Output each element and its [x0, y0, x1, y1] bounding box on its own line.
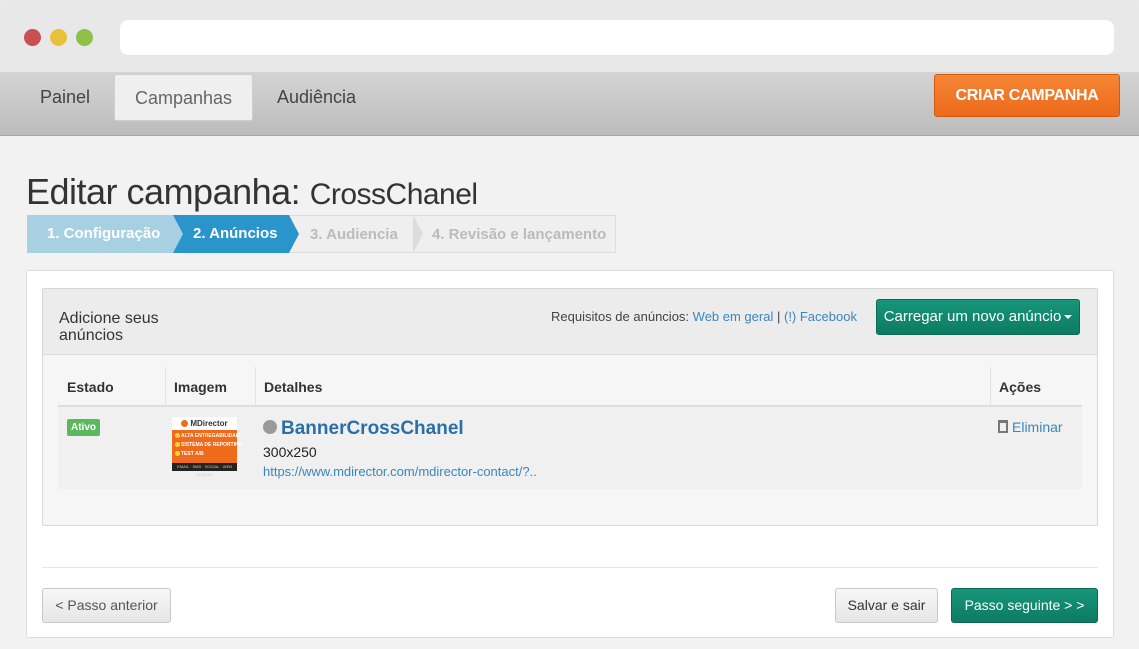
check-icon — [175, 451, 180, 457]
upload-ad-button[interactable]: Carregar um novo anúncio — [876, 299, 1080, 335]
table-row: Ativo MDirector ALTA ENTREGABILIDAD SIST… — [58, 407, 1082, 489]
main-content: Editar campanha: CrossChanel 1. Configur… — [0, 137, 1139, 649]
thumbnail-line-text: SISTEMA DE REPORTING — [181, 442, 243, 448]
thumbnail-line: SISTEMA DE REPORTING — [175, 442, 243, 448]
requirements-label: Requisitos de anúncios: — [551, 309, 690, 324]
footer-divider — [42, 567, 1098, 568]
ads-card: Adicione seus anúncios Requisitos de anú… — [26, 270, 1114, 638]
ad-thumbnail[interactable]: MDirector ALTA ENTREGABILIDAD SISTEMA DE… — [172, 417, 243, 477]
top-navbar: Painel Campanhas Audiência CRIAR CAMPANH… — [0, 72, 1139, 136]
campaign-name: CrossChanel — [309, 178, 478, 211]
requirements-separator: | — [776, 309, 781, 324]
step-arrow-icon — [289, 215, 299, 253]
address-bar[interactable] — [120, 20, 1114, 55]
column-separator — [255, 367, 256, 405]
thumbnail-line: TEST A/B — [175, 451, 204, 457]
col-header-imagem: Imagem — [174, 379, 227, 395]
trash-icon — [998, 419, 1008, 433]
upload-ad-label: Carregar um novo anúncio — [883, 308, 1062, 325]
maximize-window-button[interactable] — [76, 29, 93, 46]
page-title: Editar campanha: CrossChanel — [26, 171, 478, 213]
col-header-estado: Estado — [67, 379, 114, 395]
mdirector-logo-icon — [181, 420, 189, 428]
ad-name: BannerCrossChanel — [281, 418, 464, 439]
save-exit-button[interactable]: Salvar e sair — [835, 588, 938, 623]
col-header-acoes: Ações — [999, 379, 1042, 395]
delete-label: Eliminar — [1012, 419, 1063, 435]
ad-url-link[interactable]: https://www.mdirector.com/mdirector-cont… — [263, 464, 537, 479]
globe-icon — [263, 419, 277, 434]
title-bar — [0, 0, 1139, 72]
browser-window: Painel Campanhas Audiência CRIAR CAMPANH… — [0, 0, 1139, 649]
step-arrow-icon — [413, 215, 423, 253]
thumbnail-line: ALTA ENTREGABILIDAD — [175, 433, 240, 439]
nav-campanhas[interactable]: Campanhas — [114, 74, 253, 121]
thumbnail-brand: MDirector — [190, 419, 228, 428]
step-configuracao[interactable]: 1. Configuração — [27, 215, 173, 253]
column-separator — [165, 367, 166, 405]
step-anuncios[interactable]: 2. Anúncios — [173, 215, 289, 253]
create-campaign-button[interactable]: CRIAR CAMPANHA — [934, 74, 1120, 117]
minimize-window-button[interactable] — [50, 29, 67, 46]
step-audiencia[interactable]: 3. Audiencia — [289, 215, 413, 253]
col-header-detalhes: Detalhes — [264, 379, 323, 395]
nav-audiencia[interactable]: Audiência — [257, 74, 376, 121]
thumbnail-logo: MDirector — [172, 417, 237, 430]
ad-name-link[interactable]: BannerCrossChanel — [263, 418, 464, 440]
check-icon — [175, 433, 180, 439]
previous-step-button[interactable]: < Passo anterior — [42, 588, 171, 623]
ad-requirements: Requisitos de anúncios: Web em geral | (… — [551, 309, 857, 324]
step-arrow-icon — [173, 215, 183, 253]
thumbnail-line-text: TEST A/B — [181, 451, 204, 457]
ad-size: 300x250 — [263, 444, 317, 460]
nav-painel[interactable]: Painel — [20, 74, 110, 121]
step-revisao[interactable]: 4. Revisão e lançamento — [413, 215, 616, 253]
next-step-button[interactable]: Passo seguinte > > — [951, 588, 1098, 623]
thumbnail-footer: EMAIL · SMS · SOCIAL · WEB DISPLAY — [172, 463, 237, 477]
ads-panel-title: Adicione seus anúncios — [59, 310, 159, 344]
thumbnail-line-text: ALTA ENTREGABILIDAD — [181, 433, 240, 439]
page-title-prefix: Editar campanha: — [26, 171, 301, 212]
ads-panel: Adicione seus anúncios Requisitos de anú… — [42, 288, 1098, 526]
caret-down-icon — [1064, 315, 1073, 320]
column-separator — [990, 367, 991, 405]
check-icon — [175, 442, 180, 448]
requirements-facebook-link[interactable]: (!) Facebook — [784, 309, 857, 324]
ads-panel-header: Adicione seus anúncios Requisitos de anú… — [43, 289, 1097, 355]
close-window-button[interactable] — [24, 29, 41, 46]
delete-ad-button[interactable]: Eliminar — [998, 419, 1063, 435]
requirements-web-link[interactable]: Web em geral — [693, 309, 774, 324]
status-badge: Ativo — [67, 419, 100, 436]
